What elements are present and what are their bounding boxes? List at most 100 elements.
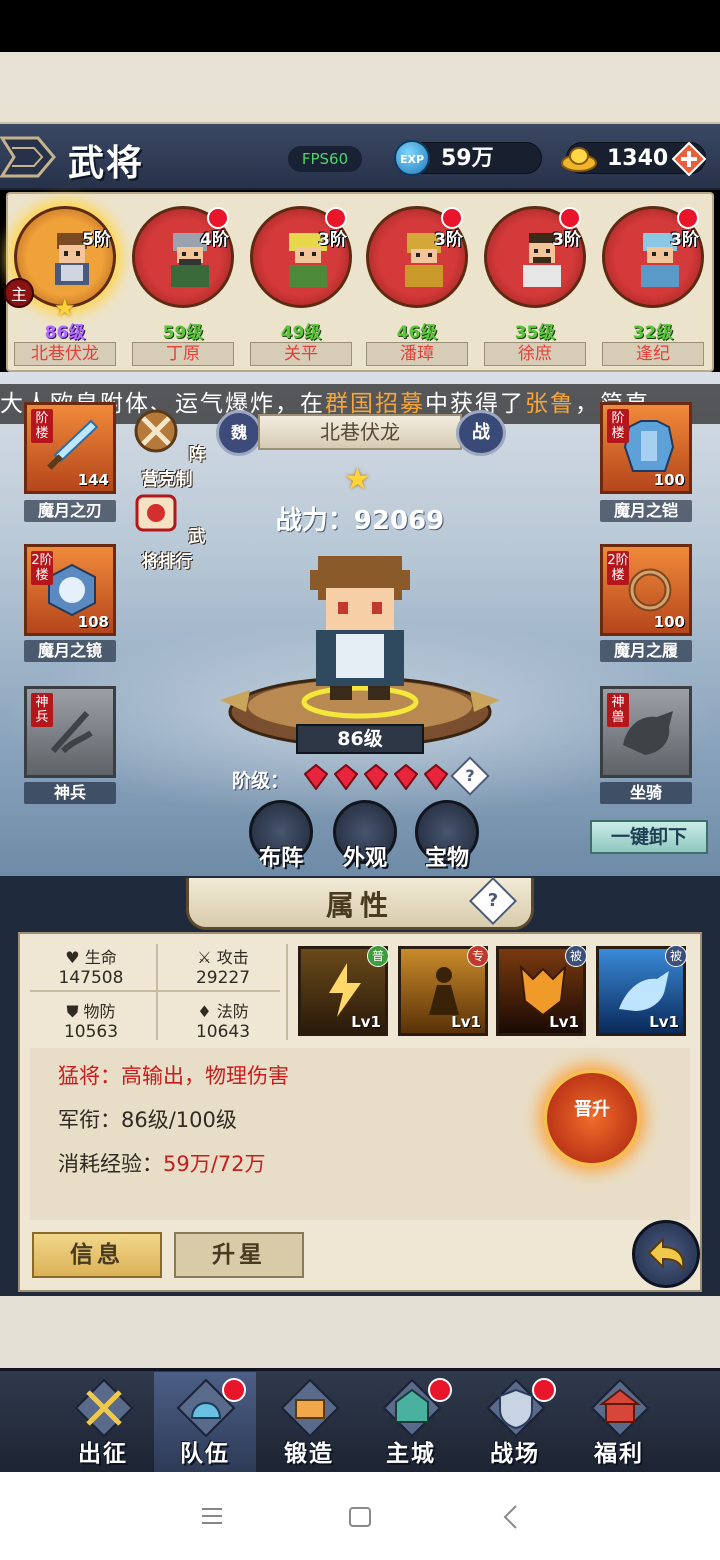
hero-level: 46级 — [396, 323, 438, 343]
skill-tag: 被 — [565, 945, 587, 967]
help-icon: ? — [487, 890, 499, 911]
exp-cost-value: 59万/72万 — [163, 1152, 266, 1176]
ascend-button[interactable]: 晋升 — [544, 1070, 640, 1166]
anvil-icon — [280, 1378, 340, 1438]
equip-slot-mount[interactable]: 神兽 — [600, 686, 692, 778]
hero-ranking-button[interactable]: 武将排行 — [124, 486, 210, 572]
hero-card-6[interactable]: 3阶 32级 逢纪 — [598, 206, 708, 366]
page-title: 武将 — [68, 143, 145, 184]
equip-slot-mirror[interactable]: 2阶楼 108 — [24, 544, 116, 636]
stat-attack: ⚔ 攻击 29227 — [158, 944, 288, 988]
camp-counter-button[interactable]: 阵营克制 — [124, 404, 210, 490]
tab-star-up[interactable]: 升星 — [174, 1232, 304, 1278]
stat-value: 29227 — [195, 968, 251, 988]
hero-level: 59级 — [162, 323, 204, 343]
skill-tag: 普 — [367, 945, 389, 967]
stat-value: 10643 — [195, 1022, 251, 1042]
help-icon: ? — [465, 766, 475, 785]
equip-label: 魔月之刃 — [24, 500, 116, 522]
add-gold-button[interactable] — [672, 142, 706, 176]
title-ornament-icon — [0, 136, 56, 178]
stat-label: 攻击 — [216, 948, 249, 967]
nav-label: 队伍 — [180, 1441, 230, 1467]
role-badge: 战 — [456, 410, 506, 456]
skill-slot-4[interactable]: 被 Lv1 — [596, 945, 687, 1036]
hero-stage: 3阶 — [552, 230, 581, 250]
equip-slot-boots[interactable]: 2阶楼 100 — [600, 544, 692, 636]
hero-stage: 3阶 — [670, 230, 699, 250]
unequip-all-button[interactable]: 一键卸下 — [590, 820, 708, 854]
back-arrow-icon — [647, 1236, 685, 1273]
nav-forge[interactable]: 锻造 — [258, 1372, 360, 1472]
swords-icon: ⚔ — [197, 948, 212, 967]
gold-value: 1340 — [607, 146, 669, 171]
system-navigation-bar — [0, 1472, 720, 1560]
rank-label: 阶级： — [232, 770, 290, 792]
nav-label: 锻造 — [284, 1441, 334, 1467]
equip-slot-divine-weapon[interactable]: 神兵 — [24, 686, 116, 778]
nav-welfare[interactable]: 福利 — [568, 1372, 670, 1472]
skill-level: Lv1 — [549, 1013, 579, 1031]
equip-tag: 神兽 — [607, 693, 629, 727]
hero-level: 35级 — [514, 323, 556, 343]
action-label: 外观 — [342, 846, 387, 871]
exp-icon: EXP — [394, 140, 430, 176]
rank-prefix: 军衔： — [58, 1108, 121, 1132]
back-button[interactable] — [632, 1220, 700, 1288]
hero-type-description: 猛将：高输出，物理伤害 — [58, 1064, 289, 1088]
action-label: 宝物 — [424, 846, 469, 871]
skill-slot-1[interactable]: 普 Lv1 — [298, 945, 389, 1036]
skill-slot-2[interactable]: 专 Lv1 — [398, 945, 489, 1036]
main-hero-badge: 主 — [4, 278, 34, 308]
hero-title: 北巷伏龙 — [258, 414, 462, 450]
treasure-button[interactable]: 宝物 — [412, 800, 482, 871]
equip-slot-weapon[interactable]: 阶楼 144 — [24, 402, 116, 494]
nav-battlefield[interactable]: 战场 — [464, 1372, 566, 1472]
hero-name: 北巷伏龙 — [14, 342, 116, 366]
hero-name: 潘璋 — [366, 342, 468, 366]
equip-count: 108 — [77, 613, 109, 631]
armor-icon: ⛊ — [66, 1002, 79, 1021]
status-bar — [0, 0, 720, 52]
equip-tag: 神兵 — [31, 693, 53, 727]
menu-icon[interactable] — [200, 1506, 224, 1526]
nav-label: 福利 — [594, 1441, 644, 1467]
selected-hero-sprite — [310, 556, 410, 700]
hero-card-4[interactable]: 3阶 46级 潘璋 — [362, 206, 472, 366]
equip-tag: 阶楼 — [31, 409, 53, 443]
star-icon: ★ — [54, 294, 76, 322]
nav-team[interactable]: 队伍 — [154, 1372, 256, 1472]
formation-button[interactable]: 布阵 — [246, 800, 316, 871]
star-icon: ★ — [344, 462, 371, 497]
divider — [156, 944, 158, 1040]
lower-band — [0, 1296, 720, 1368]
armor-icon — [623, 420, 675, 472]
hero-card-3[interactable]: 3阶 49级 关平 — [246, 206, 356, 366]
home-icon[interactable] — [348, 1506, 372, 1528]
tab-info[interactable]: 信息 — [32, 1232, 162, 1278]
nav-expedition[interactable]: 出征 — [52, 1372, 154, 1472]
appearance-button[interactable]: 外观 — [330, 800, 400, 871]
stat-physical-defense: ⛊ 物防 10563 — [26, 998, 156, 1042]
hero-card-2[interactable]: 4阶 59级 丁原 — [128, 206, 238, 366]
flame-icon: ♦ — [197, 1002, 212, 1021]
hero-card-5[interactable]: 3阶 35级 徐庶 — [480, 206, 590, 366]
nav-main-city[interactable]: 主城 — [360, 1372, 462, 1472]
military-rank-line: 军衔：86级/100级 — [58, 1104, 237, 1134]
divider — [286, 944, 288, 1040]
demon-mask-icon — [519, 964, 567, 1017]
hero-name: 丁原 — [132, 342, 234, 366]
skill-level: Lv1 — [351, 1013, 381, 1031]
crossed-swords-icon — [74, 1378, 134, 1438]
skill-tag: 被 — [665, 945, 687, 967]
equip-label: 坐骑 — [600, 782, 692, 804]
back-icon[interactable] — [500, 1504, 520, 1530]
equip-slot-armor[interactable]: 阶楼 100 — [600, 402, 692, 494]
action-label: 布阵 — [258, 846, 303, 871]
equip-tag: 2阶楼 — [31, 551, 53, 585]
equip-count: 100 — [653, 471, 685, 489]
skill-slot-3[interactable]: 被 Lv1 — [496, 945, 587, 1036]
stat-hp: ♥ 生命 147508 — [26, 944, 156, 988]
hero-portrait: 3阶 — [484, 206, 586, 308]
ticker-highlight: 张鲁 — [525, 391, 575, 417]
